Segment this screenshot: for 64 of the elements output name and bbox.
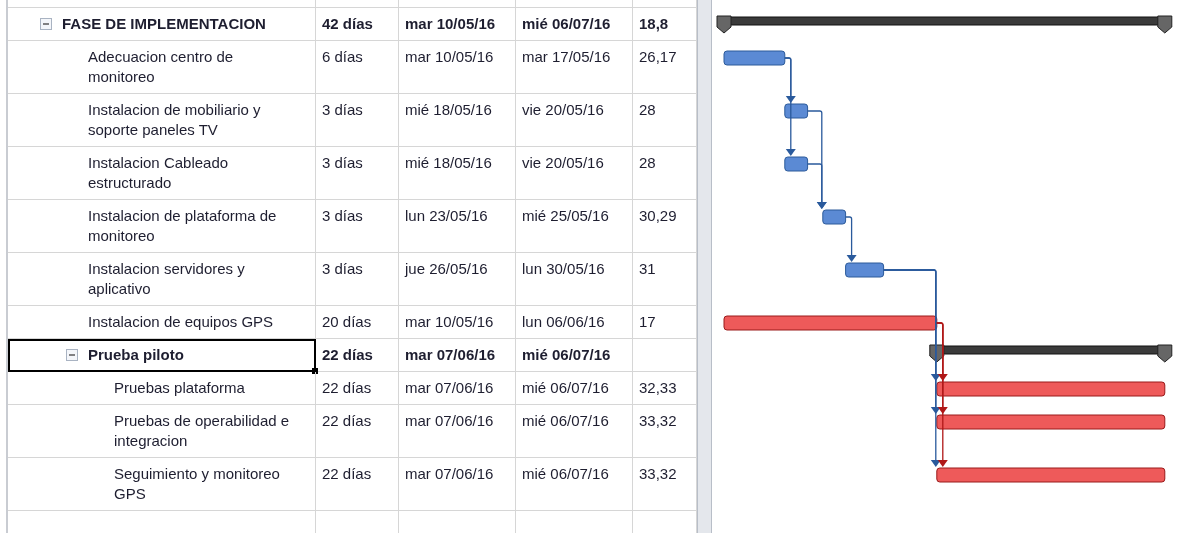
task-name-cell[interactable]: Pruebas de operabilidad e integracion: [8, 405, 316, 458]
finish-date-cell: mié 06/07/16: [516, 405, 633, 458]
finish-date-cell: vie 20/05/16: [516, 94, 633, 147]
task-bar[interactable]: [822, 209, 847, 225]
task-name-cell[interactable]: Pruebas plataforma: [8, 372, 316, 405]
start-date-cell: mar 07/06/16: [399, 372, 516, 405]
task-name-cell[interactable]: Instalacion de equipos GPS: [8, 306, 316, 339]
start-date-cell: mié 18/05/16: [399, 94, 516, 147]
task-name-cell[interactable]: Prueba piloto: [8, 339, 316, 372]
duration-cell: 22 días: [316, 458, 399, 511]
task-name: Seguimiento y monitoreo GPS: [114, 464, 281, 504]
start-date-cell: lun 23/05/16: [399, 200, 516, 253]
collapse-icon[interactable]: [66, 349, 78, 361]
task-name-cell[interactable]: Instalacion de mobiliario y soporte paneles TV: [8, 94, 316, 147]
finish-date-cell: vie 20/05/16: [516, 147, 633, 200]
finish-date-cell: mié 06/07/16: [516, 372, 633, 405]
start-date-cell: mié 18/05/16: [399, 147, 516, 200]
finish-date-cell: mié 06/07/16: [516, 458, 633, 511]
task-name: Instalacion de equipos GPS: [88, 312, 274, 332]
finish-date-cell: mié 25/05/16: [516, 200, 633, 253]
duration-cell: 3 días: [316, 253, 399, 306]
finish-date-cell: lun 06/06/16: [516, 306, 633, 339]
finish-date-cell: mar 17/05/16: [516, 41, 633, 94]
task-name-cell[interactable]: Instalacion servidores y aplicativo: [8, 253, 316, 306]
task-name: Pruebas plataforma: [114, 378, 245, 398]
task-name: Instalacion de plataforma de monitoreo: [88, 206, 278, 246]
task-name-cell[interactable]: Instalacion de plataforma de monitoreo: [8, 200, 316, 253]
task-bar[interactable]: [723, 50, 786, 66]
task-name: Pruebas de operabilidad e integracion: [114, 411, 291, 451]
start-date-cell: jue 26/05/16: [399, 253, 516, 306]
task-name: Instalacion Cableado estructurado: [88, 153, 230, 193]
start-date-cell: mar 10/05/16: [399, 41, 516, 94]
task-name-cell[interactable]: FASE DE IMPLEMENTACION: [8, 8, 316, 41]
start-date-cell: mar 07/06/16: [399, 458, 516, 511]
duration-cell: 22 días: [316, 339, 399, 372]
collapse-icon[interactable]: [40, 18, 52, 30]
task-name: FASE DE IMPLEMENTACION: [62, 14, 266, 34]
duration-cell: 22 días: [316, 405, 399, 458]
task-name-cell[interactable]: Adecuacion centro de monitoreo: [8, 41, 316, 94]
task-bar[interactable]: [784, 156, 809, 172]
duration-cell: 3 días: [316, 94, 399, 147]
start-date-cell: mar 07/06/16: [399, 339, 516, 372]
duration-cell: 20 días: [316, 306, 399, 339]
start-date-cell: mar 10/05/16: [399, 306, 516, 339]
task-name: Instalacion servidores y aplicativo: [88, 259, 246, 299]
fill-handle[interactable]: [312, 368, 318, 374]
dependency-arrow: [844, 216, 857, 262]
duration-cell: 22 días: [316, 372, 399, 405]
start-date-cell: mar 10/05/16: [399, 8, 516, 41]
finish-date-cell: lun 30/05/16: [516, 253, 633, 306]
task-name: Instalacion de mobiliario y soporte paneles TV: [88, 100, 262, 140]
task-name-cell[interactable]: Instalacion Cableado estructurado: [8, 147, 316, 200]
duration-cell: 3 días: [316, 147, 399, 200]
task-bar[interactable]: [845, 262, 885, 278]
task-name: Prueba piloto: [88, 345, 184, 365]
duration-cell: 42 días: [316, 8, 399, 41]
task-name: Adecuacion centro de monitoreo: [88, 47, 235, 87]
task-name-cell[interactable]: Seguimiento y monitoreo GPS: [8, 458, 316, 511]
finish-date-cell: mié 06/07/16: [516, 8, 633, 41]
finish-date-cell: mié 06/07/16: [516, 339, 633, 372]
start-date-cell: mar 07/06/16: [399, 405, 516, 458]
task-bar[interactable]: [784, 103, 809, 119]
duration-cell: 3 días: [316, 200, 399, 253]
duration-cell: 6 días: [316, 41, 399, 94]
